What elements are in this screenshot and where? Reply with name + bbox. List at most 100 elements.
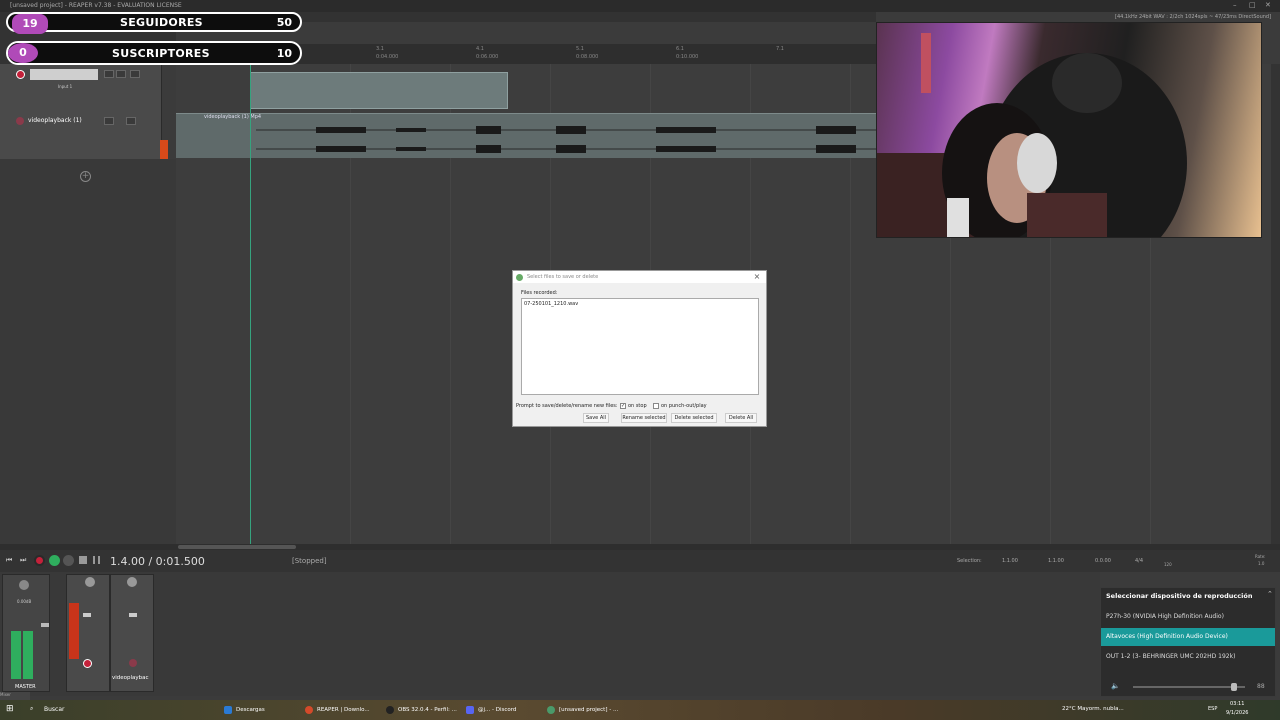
language-indicator[interactable]: ESP — [1208, 706, 1217, 712]
mixer-tab[interactable]: Mixer — [0, 692, 30, 700]
go-end-icon[interactable]: ⏭ — [20, 556, 28, 564]
device-option-selected[interactable]: Altavoces (High Definition Audio Device) — [1101, 628, 1275, 646]
audio-status-info: [44.1kHz 24bit WAV : 2/2ch 1024spls ~ 47… — [1115, 14, 1272, 20]
chevron-up-icon[interactable]: ⌃ — [1267, 590, 1273, 598]
device-option[interactable]: P27h-30 (NVIDIA High Definition Audio) — [1101, 608, 1275, 626]
on-punch-label: on punch-out/play — [661, 403, 707, 409]
on-punch-checkbox[interactable] — [653, 403, 659, 409]
volume-thumb[interactable] — [1231, 683, 1237, 691]
track-fader[interactable] — [129, 613, 137, 617]
on-stop-checkbox[interactable]: ✓ — [620, 403, 626, 409]
close-icon[interactable]: × — [752, 271, 762, 283]
master-strip: 0.00dB MASTER — [2, 574, 50, 692]
mixer-strip-input — [66, 574, 110, 692]
webcam-overlay — [876, 22, 1262, 238]
track-header-2[interactable]: videoplayback (1) — [4, 114, 160, 128]
rename-selected-button[interactable]: Rename selected — [621, 413, 667, 423]
delete-all-button[interactable]: Delete All — [725, 413, 757, 423]
pan-knob[interactable] — [85, 577, 95, 587]
input-fader[interactable] — [83, 613, 91, 617]
pan-knob[interactable] — [19, 580, 29, 590]
vertical-scrollbar[interactable] — [1271, 64, 1280, 544]
pause-button[interactable] — [93, 556, 100, 564]
maximize-button[interactable]: □ — [1249, 1, 1256, 9]
selection-label: Selection: — [957, 558, 982, 564]
scrollbar-thumb[interactable] — [178, 545, 296, 549]
followers-goal: 50 — [276, 16, 292, 29]
master-label: MASTER — [15, 684, 36, 690]
list-item[interactable]: 07-250101_1210.wav — [524, 301, 756, 307]
master-fader[interactable] — [41, 623, 49, 627]
files-recorded-label: Files recorded: — [521, 290, 558, 296]
taskbar-item-downloads[interactable]: Descargas — [224, 703, 265, 717]
record-arm-button[interactable] — [16, 117, 24, 125]
track-header-1[interactable] — [4, 68, 160, 82]
track-input-label: Input 1 — [58, 84, 73, 89]
subs-counter: 0 SUSCRIPTORES 10 — [6, 41, 302, 65]
minimize-button[interactable]: – — [1233, 1, 1237, 9]
audio-item[interactable]: videoplayback (1) Mp4 — [176, 113, 876, 158]
volume-slider[interactable] — [1133, 686, 1245, 688]
stop-button[interactable] — [79, 556, 87, 564]
device-option[interactable]: OUT 1-2 (3- BEHRINGER UMC 202HD 192k) — [1101, 648, 1275, 666]
input-meter — [69, 603, 79, 659]
ruler-mark: 4.1 — [476, 46, 484, 52]
go-start-icon[interactable]: ⏮ — [6, 556, 14, 564]
weather-widget[interactable]: 22°C Mayorm. nubla... — [1062, 706, 1124, 712]
search-icon[interactable]: ⌕ — [30, 705, 33, 713]
solo-button[interactable] — [116, 70, 126, 78]
mute-button[interactable] — [104, 70, 114, 78]
track-name: videoplayback (1) — [28, 117, 82, 124]
track-name-field[interactable] — [30, 69, 98, 80]
selection-start[interactable]: 1.1.00 — [1002, 558, 1018, 564]
clock-time[interactable]: 03:11 — [1230, 701, 1244, 707]
delete-selected-button[interactable]: Delete selected — [671, 413, 717, 423]
close-button[interactable]: ✕ — [1265, 1, 1271, 9]
master-volume: 0.00dB — [17, 599, 32, 604]
taskbar-item-browser[interactable]: REAPER | Downlo... — [305, 703, 370, 717]
taskbar-item-reaper[interactable]: [unsaved project] - ... — [547, 703, 618, 717]
reaper-icon — [516, 274, 523, 281]
bpm-display[interactable]: 120 — [1164, 562, 1172, 567]
pan-knob[interactable] — [127, 577, 137, 587]
record-button[interactable] — [34, 555, 45, 566]
record-arm-button[interactable] — [16, 70, 25, 79]
selection-end[interactable]: 1.1.00 — [1048, 558, 1064, 564]
save-all-button[interactable]: Save All — [583, 413, 609, 423]
record-arm-button[interactable] — [83, 659, 92, 668]
rate-value[interactable]: 1.0 — [1258, 561, 1264, 566]
recorded-item[interactable] — [250, 72, 508, 109]
taskbar-item-obs[interactable]: OBS 32.0.4 - Perfil: ... — [386, 703, 457, 717]
dialog-title: Select files to save or delete — [513, 271, 766, 283]
edit-cursor — [250, 158, 251, 544]
speaker-icon[interactable]: 🔈 — [1111, 682, 1120, 690]
windows-start-icon[interactable]: ⊞ — [6, 704, 16, 714]
track-panel-empty[interactable]: + — [0, 159, 176, 544]
play-button[interactable] — [49, 555, 60, 566]
position-display[interactable]: 1.4.00 / 0:01.500 — [110, 555, 205, 568]
rate-label: Rate: — [1255, 554, 1266, 559]
save-delete-dialog: Select files to save or delete × Files r… — [512, 270, 767, 427]
add-track-icon[interactable]: + — [80, 171, 91, 182]
clock-date[interactable]: 9/1/2026 — [1226, 710, 1248, 716]
mute-button[interactable] — [104, 117, 114, 125]
ruler-mark: 7.1 — [776, 46, 784, 52]
on-stop-label: on stop — [628, 403, 647, 409]
taskbar-item-discord[interactable]: @j... - Discord — [466, 703, 516, 717]
fx-button[interactable] — [130, 70, 140, 78]
followers-count: 19 — [12, 14, 48, 34]
mixer-panel — [0, 572, 1100, 696]
files-list[interactable]: 07-250101_1210.wav — [521, 298, 759, 395]
volume-value: 88 — [1257, 683, 1265, 690]
play-status: [Stopped] — [292, 557, 327, 565]
record-arm-button[interactable] — [129, 659, 137, 667]
fx-button[interactable] — [126, 117, 136, 125]
browser-icon — [305, 706, 313, 714]
playback-device-popup: Seleccionar dispositivo de reproducción … — [1100, 587, 1276, 697]
loop-icon[interactable] — [63, 555, 74, 566]
taskbar-search[interactable]: Buscar — [44, 706, 65, 713]
time-signature[interactable]: 4/4 — [1135, 558, 1143, 564]
ruler-time: 0:06.000 — [476, 54, 499, 60]
subs-label: SUSCRIPTORES — [112, 47, 210, 60]
selection-length[interactable]: 0.0.00 — [1095, 558, 1111, 564]
